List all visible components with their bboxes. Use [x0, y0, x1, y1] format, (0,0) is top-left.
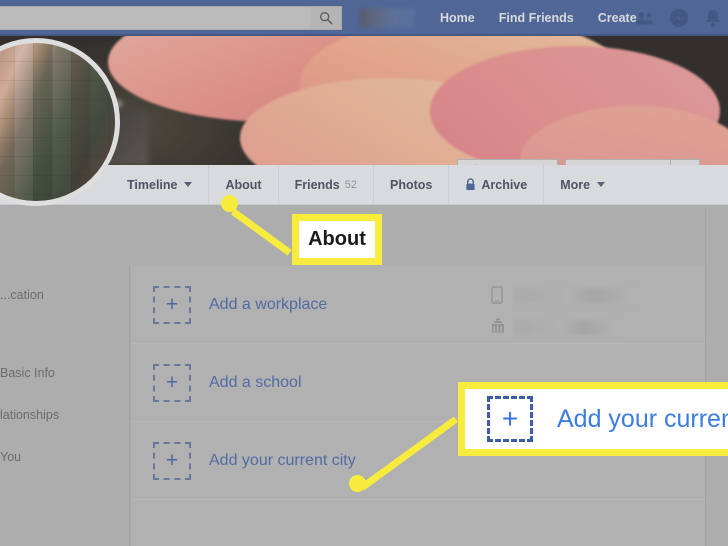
- tab-more[interactable]: More: [543, 165, 621, 204]
- plus-icon: +: [153, 363, 191, 402]
- tab-friends-label: Friends: [294, 177, 340, 192]
- contact-info-redacted-group: [491, 286, 639, 350]
- sidebar-item-contact-basic-info[interactable]: Basic Info: [0, 366, 55, 380]
- mobile-phone-value-redacted: [515, 287, 639, 303]
- edit-profile-button[interactable]: Edit Profile: [457, 159, 559, 165]
- lock-icon: [465, 178, 476, 191]
- about-page-main: ...cation Basic Info lationships You + A…: [0, 206, 728, 546]
- add-current-city-row[interactable]: + Add your current city: [131, 422, 705, 500]
- sidebar-item-work-education[interactable]: ...cation: [0, 288, 44, 302]
- screenshot-root: Edit Profile Activity Log ···: [0, 0, 728, 546]
- profile-name-redacted: [360, 8, 415, 28]
- cover-action-buttons: Edit Profile Activity Log ···: [457, 159, 700, 165]
- tab-timeline[interactable]: Timeline: [111, 165, 208, 204]
- avatar-pixel-grid: [0, 43, 115, 201]
- about-content-card: + Add a workplace + Add a school + Add y…: [131, 266, 705, 546]
- tab-about[interactable]: About: [208, 165, 277, 204]
- messenger-icon[interactable]: [668, 7, 690, 29]
- top-nav-links: Home Find Friends Create: [428, 0, 649, 36]
- tab-friends-count: 52: [344, 178, 357, 191]
- activity-log-button[interactable]: Activity Log: [565, 159, 670, 165]
- tab-timeline-label: Timeline: [127, 177, 178, 192]
- search-icon[interactable]: [311, 7, 341, 29]
- avatar[interactable]: [0, 38, 120, 206]
- top-nav-icons: [634, 0, 724, 36]
- list-icon: [576, 164, 588, 165]
- add-school-label: Add a school: [209, 373, 302, 391]
- cover-more-button[interactable]: ···: [670, 159, 700, 165]
- tab-more-label: More: [560, 177, 591, 192]
- tab-archive-label: Archive: [481, 177, 528, 192]
- mobile-phone-row: [491, 286, 639, 304]
- tab-archive[interactable]: Archive: [448, 165, 543, 204]
- tab-photos-label: Photos: [390, 177, 433, 192]
- tab-photos[interactable]: Photos: [373, 165, 448, 204]
- facebook-top-navigation-bar: Home Find Friends Create: [0, 0, 728, 36]
- sidebar-item-details-about-you[interactable]: You: [0, 450, 21, 464]
- pencil-icon: [468, 164, 480, 165]
- add-school-row[interactable]: + Add a school: [131, 344, 705, 422]
- right-column-divider: [705, 206, 706, 546]
- search-input[interactable]: [0, 6, 342, 30]
- chevron-down-icon: [184, 182, 193, 187]
- plus-icon: +: [153, 285, 191, 324]
- mobile-phone-icon: [491, 286, 505, 304]
- nav-link-find-friends[interactable]: Find Friends: [487, 0, 586, 36]
- address-value-redacted: [515, 319, 623, 335]
- chevron-down-icon: [597, 182, 606, 187]
- nav-link-home[interactable]: Home: [428, 0, 487, 36]
- address-row: [491, 318, 639, 336]
- tab-about-label: About: [225, 177, 262, 192]
- sidebar-item-family-relationships[interactable]: lationships: [0, 408, 59, 422]
- about-sidebar: ...cation Basic Info lationships You: [0, 266, 130, 546]
- building-icon: [491, 318, 505, 336]
- add-workplace-label: Add a workplace: [209, 295, 328, 313]
- add-current-city-label: Add your current city: [209, 451, 356, 469]
- notifications-bell-icon[interactable]: [702, 7, 724, 29]
- tab-friends[interactable]: Friends 52: [277, 165, 373, 204]
- friend-requests-icon[interactable]: [634, 7, 656, 29]
- plus-icon: +: [153, 441, 191, 480]
- activity-log-group: Activity Log ···: [565, 159, 700, 165]
